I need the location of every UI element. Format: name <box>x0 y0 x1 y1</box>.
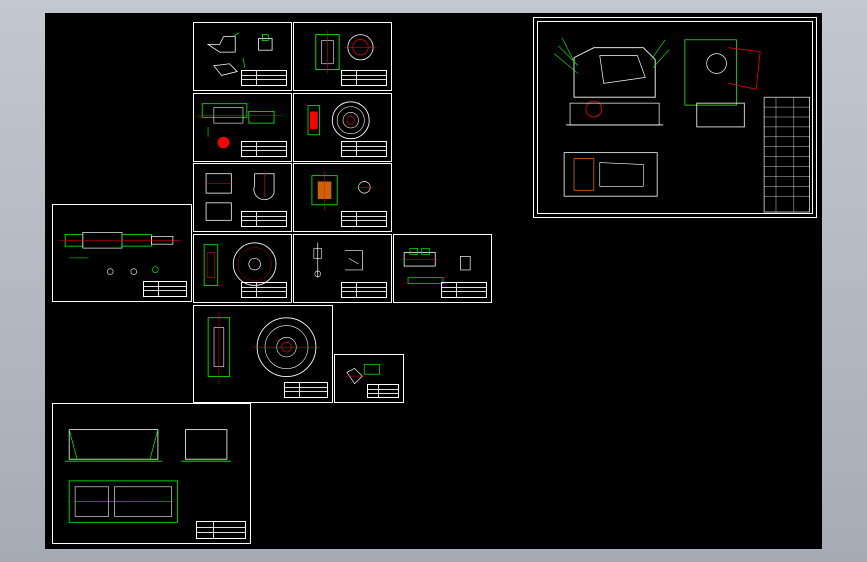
title-block <box>241 211 287 227</box>
title-block <box>196 521 246 539</box>
drawing-sheet-shaft-assembly[interactable] <box>193 93 292 162</box>
drawing-sheet-gear-wheel[interactable] <box>193 234 292 303</box>
title-block <box>143 281 187 297</box>
title-block <box>341 70 387 86</box>
title-block <box>341 282 387 298</box>
drawing-sheet-bracket[interactable] <box>193 22 292 91</box>
drawing-sheet-flywheel[interactable] <box>293 93 392 162</box>
drawing-sheet-long-shaft[interactable] <box>52 204 192 302</box>
cad-model-space[interactable] <box>45 13 822 549</box>
title-block <box>441 282 487 298</box>
title-block <box>341 211 387 227</box>
title-block <box>284 382 328 398</box>
title-block <box>241 141 287 157</box>
drawing-sheet-hub[interactable] <box>293 22 392 91</box>
drawing-sheet-schematic[interactable] <box>293 234 392 303</box>
title-block <box>241 282 287 298</box>
title-block <box>367 384 399 398</box>
title-block <box>341 141 387 157</box>
drawing-sheet-frame[interactable] <box>52 403 251 544</box>
drawing-sheet-plates[interactable] <box>193 163 292 232</box>
drawing-sheet-cover[interactable] <box>393 234 492 303</box>
drawing-sheet-housing[interactable] <box>293 163 392 232</box>
general-assembly-drawing <box>554 37 810 213</box>
drawing-sheet-pulley[interactable] <box>193 305 333 403</box>
drawing-sheet-small-part[interactable] <box>334 354 404 403</box>
drawing-sheet-general-assembly[interactable] <box>533 17 817 218</box>
title-block <box>241 70 287 86</box>
